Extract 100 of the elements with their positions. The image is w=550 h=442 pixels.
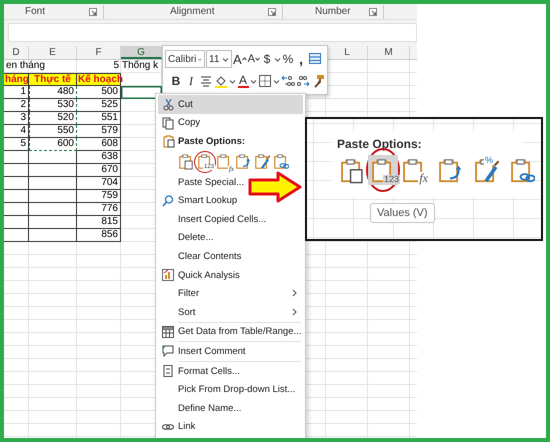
paste-option-button[interactable]: 123 (366, 148, 400, 192)
table-cell: 480 (29, 86, 77, 99)
table-cell: 670 (77, 164, 121, 177)
font-size-dropdown[interactable]: 11 (206, 50, 232, 68)
search-icon (161, 194, 175, 208)
table-cell (4, 151, 29, 164)
table-cell: 5 (4, 138, 29, 151)
clipboard-icon (162, 134, 174, 148)
caret-icon (273, 78, 280, 84)
decrease-decimal-icon (296, 74, 310, 88)
table-cell: 638 (77, 151, 121, 164)
table-cell (4, 164, 29, 177)
clipboard-icon (339, 156, 365, 184)
scissors-icon (161, 97, 175, 112)
menu-item[interactable]: Quick Analysis (158, 266, 303, 284)
table-cell: 1 (4, 86, 29, 99)
currency-button[interactable]: $ (261, 50, 274, 68)
menu-item[interactable]: Get Data from Table/Range... (158, 322, 303, 342)
paste-option-button[interactable] (178, 152, 194, 172)
section-heading: Paste Options: (337, 137, 423, 151)
paste-option-button[interactable]: fx (399, 155, 429, 185)
caret-icon (229, 78, 236, 84)
copy-icon (161, 116, 175, 130)
launcher-icon (369, 8, 377, 16)
chevron-icon (292, 289, 297, 298)
shrink-font-button[interactable]: A (248, 50, 260, 68)
menu-item[interactable]: Define Name... (158, 398, 303, 418)
table-cell: 3 (4, 112, 29, 125)
menu-item[interactable]: Copy (158, 114, 303, 132)
clipboard-icon (197, 153, 213, 170)
font-dropdown[interactable]: Calibri (165, 50, 205, 68)
tooltip: Values (V) (370, 203, 435, 223)
table-cell: 856 (77, 229, 121, 242)
table-cell (4, 203, 29, 216)
menu-item[interactable]: Smart Lookup (158, 191, 303, 210)
section-heading: Paste Options: (178, 136, 246, 147)
column-header[interactable]: D (4, 46, 29, 59)
table-cell: 550 (29, 125, 77, 138)
menu-item[interactable]: Filter (158, 284, 303, 303)
paste-option-button[interactable]: % (471, 155, 501, 185)
caret-icon (250, 78, 257, 84)
menu-item[interactable]: Pick From Drop-down List... (158, 380, 303, 399)
table-cell-text: Thống k (121, 60, 160, 73)
chart-icon (161, 268, 175, 282)
borders-icon (258, 74, 272, 88)
launcher-icon (268, 8, 276, 16)
column-header[interactable]: M (368, 46, 410, 59)
borders-button[interactable] (258, 72, 272, 90)
menu-item[interactable]: Format Cells... (158, 362, 303, 380)
table-cell: Thực tế (29, 73, 77, 86)
align-center-icon (199, 74, 213, 88)
table-cell (4, 190, 29, 203)
clipboard-icon (235, 153, 251, 170)
grow-font-button[interactable]: A (233, 50, 247, 68)
caret-up-icon (242, 57, 247, 61)
table-cell-text: en tháng (5, 60, 46, 73)
percent-button[interactable]: % (282, 50, 294, 68)
table-cell (4, 229, 29, 242)
italic-button[interactable]: I (184, 72, 198, 90)
menu-item[interactable]: Link (158, 418, 303, 436)
font-color-button[interactable]: A (237, 72, 249, 90)
clipboard-icon (178, 153, 194, 170)
table-cell: 600 (29, 138, 77, 151)
menu-item[interactable]: Insert Copied Cells... (158, 210, 303, 229)
table-icon (161, 324, 175, 339)
menu-item[interactable]: Sort (158, 302, 303, 322)
table-cell: 500 (77, 86, 121, 99)
table-cell: 815 (77, 216, 121, 229)
bold-button[interactable]: B (169, 72, 183, 90)
menu-item[interactable]: Delete... (158, 228, 303, 248)
table-cell: 776 (77, 203, 121, 216)
table-cell: 579 (77, 125, 121, 138)
comma-style-button[interactable]: , (295, 50, 308, 68)
group-label: Font (25, 6, 46, 17)
table-icon (308, 52, 322, 66)
group-label: Number (315, 6, 351, 17)
table-cell: 759 (77, 190, 121, 203)
comment-icon (161, 344, 175, 358)
table-cell: 4 (4, 125, 29, 138)
table-cell (4, 216, 29, 229)
clipboard-icon (254, 153, 270, 170)
cells-icon (161, 364, 175, 378)
callout-arrow (248, 171, 302, 203)
clipboard-icon (216, 153, 232, 170)
table-cell: 704 (77, 177, 121, 190)
table-cell-text: 5 (112, 60, 120, 73)
column-header[interactable]: E (29, 46, 77, 59)
menu-item[interactable]: Paste Special... (158, 172, 303, 192)
menu-item[interactable]: Insert Comment (158, 342, 303, 361)
caret-icon (222, 56, 229, 62)
column-header[interactable]: G (121, 46, 162, 59)
table-cell: 2 (4, 99, 29, 112)
caret-icon (274, 56, 282, 62)
table-cell: 525 (77, 99, 121, 112)
table-cell: 551 (77, 112, 121, 125)
caret-down-icon (255, 57, 260, 61)
menu-item[interactable]: Clear Contents (158, 247, 303, 266)
menu-item[interactable]: Cut (158, 95, 303, 114)
selected-cell[interactable] (121, 86, 162, 99)
clipboard-icon (437, 156, 463, 184)
